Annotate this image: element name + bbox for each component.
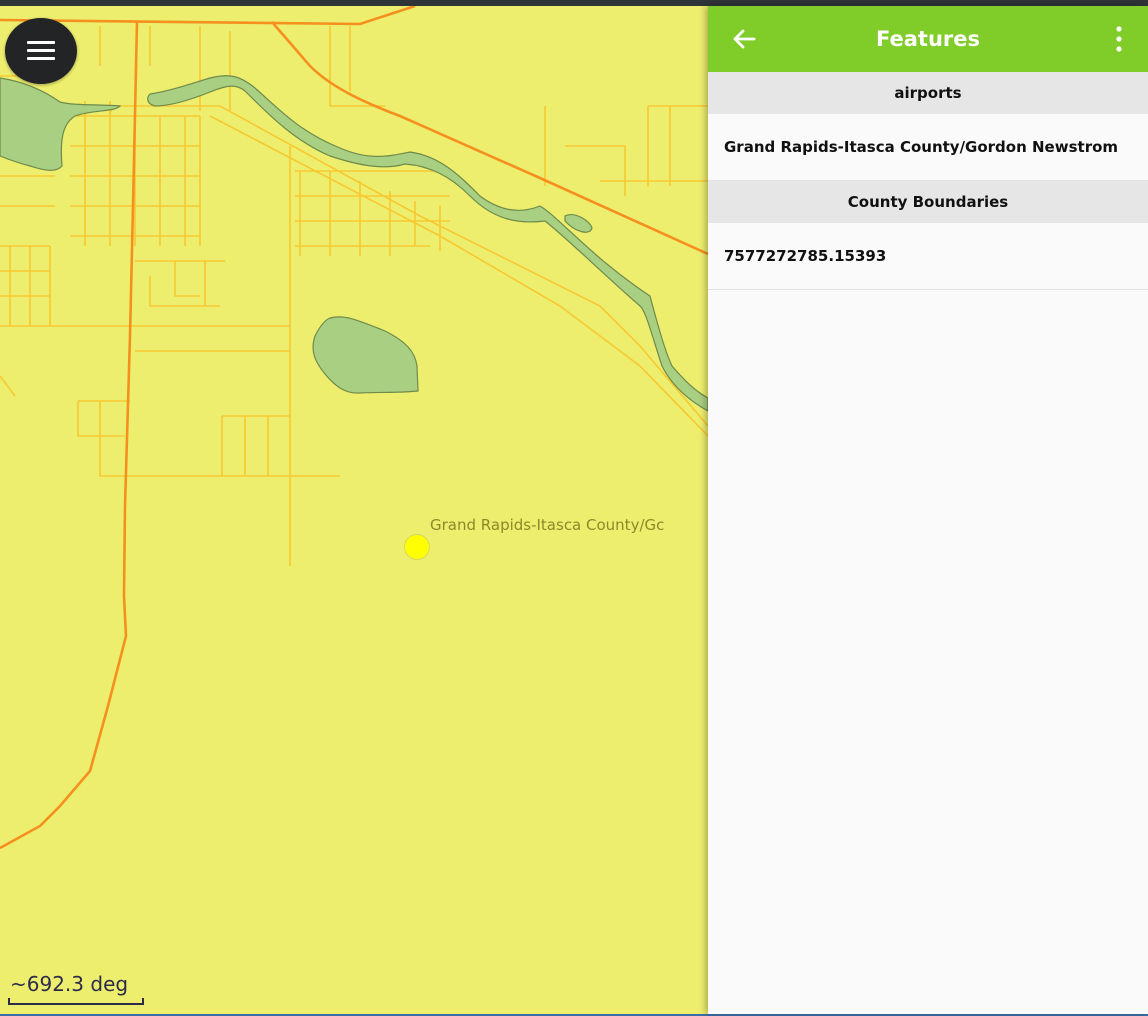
more-vertical-icon [1116,26,1122,52]
airport-map-label: Grand Rapids-Itasca County/Gc [430,516,665,534]
feature-row-county-boundary[interactable]: 7577272785.15393 [708,223,1148,290]
features-panel: Features airports Grand Rapids-Itasca Co… [708,6,1148,1014]
water-bodies [0,75,708,412]
panel-title: Features [876,27,980,51]
scale-bar: ~692.3 deg [8,972,144,1005]
section-header-county-boundaries: County Boundaries [708,181,1148,223]
feature-name: 7577272785.15393 [724,247,887,265]
more-options-button[interactable] [1112,25,1126,53]
map-canvas[interactable]: Grand Rapids-Itasca County/Gc ~692.3 deg [0,6,708,1014]
main-menu-button[interactable] [5,18,77,84]
section-header-airports: airports [708,72,1148,114]
panel-header: Features [708,6,1148,72]
scale-text: ~692.3 deg [10,972,129,996]
feature-row-airport[interactable]: Grand Rapids-Itasca County/Gordon Newstr… [708,114,1148,181]
airport-marker[interactable] [404,534,430,560]
major-roads [0,6,708,850]
arrow-left-icon [733,29,756,49]
map-layer [0,6,708,850]
back-button[interactable] [728,23,760,55]
scale-ruler [8,998,144,1005]
feature-name: Grand Rapids-Itasca County/Gordon Newstr… [724,138,1119,156]
hamburger-icon [27,41,55,61]
